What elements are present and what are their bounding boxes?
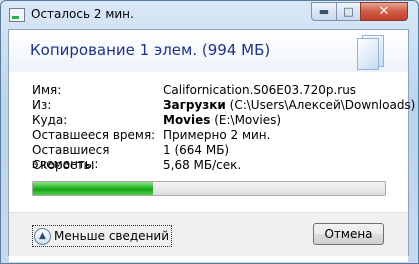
- detail-label: Из:: [32, 98, 52, 112]
- detail-label: Имя:: [32, 83, 62, 97]
- close-button[interactable]: ✕: [360, 2, 408, 21]
- cancel-label: Отмена: [324, 227, 373, 241]
- copy-progress-icon: [9, 8, 25, 22]
- maximize-button[interactable]: □: [336, 2, 361, 21]
- chevron-up-icon: ▲: [34, 227, 51, 245]
- detail-label: Скорость:: [32, 158, 95, 172]
- destination-path: (E:\Movies): [210, 113, 282, 127]
- minimize-button[interactable]: ▬: [311, 2, 337, 21]
- cancel-button[interactable]: Отмена: [313, 223, 384, 245]
- document-icon: [354, 35, 384, 70]
- dialog-header: Копирование 1 элем. (994 МБ): [9, 30, 408, 73]
- detail-label: Оставшееся время:: [32, 128, 156, 142]
- destination-folder-link[interactable]: Movies: [163, 113, 210, 127]
- copy-dialog-window: Осталось 2 мин. ▬ □ ✕ Копирование 1 элем…: [0, 0, 419, 264]
- detail-value: Californication.S06E03.720p.rus: [163, 83, 357, 97]
- minimize-icon: ▬: [318, 5, 330, 18]
- less-details-label: Меньше сведений: [54, 229, 170, 243]
- progress-fill: [33, 182, 153, 195]
- detail-value: Примерно 2 мин.: [163, 128, 271, 142]
- source-path: (C:\Users\Алексей\Downloads): [225, 98, 416, 112]
- maximize-icon: □: [343, 5, 354, 18]
- dialog-footer: ▲ Меньше сведений Отмена: [9, 212, 408, 256]
- detail-label: Куда:: [32, 113, 68, 127]
- detail-value: 5,68 МБ/сек.: [163, 158, 242, 172]
- detail-value: 1 (664 МБ): [163, 143, 230, 157]
- window-title: Осталось 2 мин.: [31, 7, 134, 21]
- copy-progress-bar: [32, 181, 386, 196]
- copy-summary-title: Копирование 1 элем. (994 МБ): [30, 41, 271, 59]
- dialog-client-area: Копирование 1 элем. (994 МБ) Имя: Califo…: [8, 29, 415, 262]
- less-details-toggle[interactable]: ▲ Меньше сведений: [32, 225, 173, 247]
- source-folder-link[interactable]: Загрузки: [163, 98, 226, 112]
- close-icon: ✕: [378, 4, 390, 19]
- detail-value: Movies (E:\Movies): [163, 113, 281, 127]
- title-bar[interactable]: Осталось 2 мин. ▬ □ ✕: [1, 1, 418, 29]
- detail-value: Загрузки (C:\Users\Алексей\Downloads): [163, 98, 415, 112]
